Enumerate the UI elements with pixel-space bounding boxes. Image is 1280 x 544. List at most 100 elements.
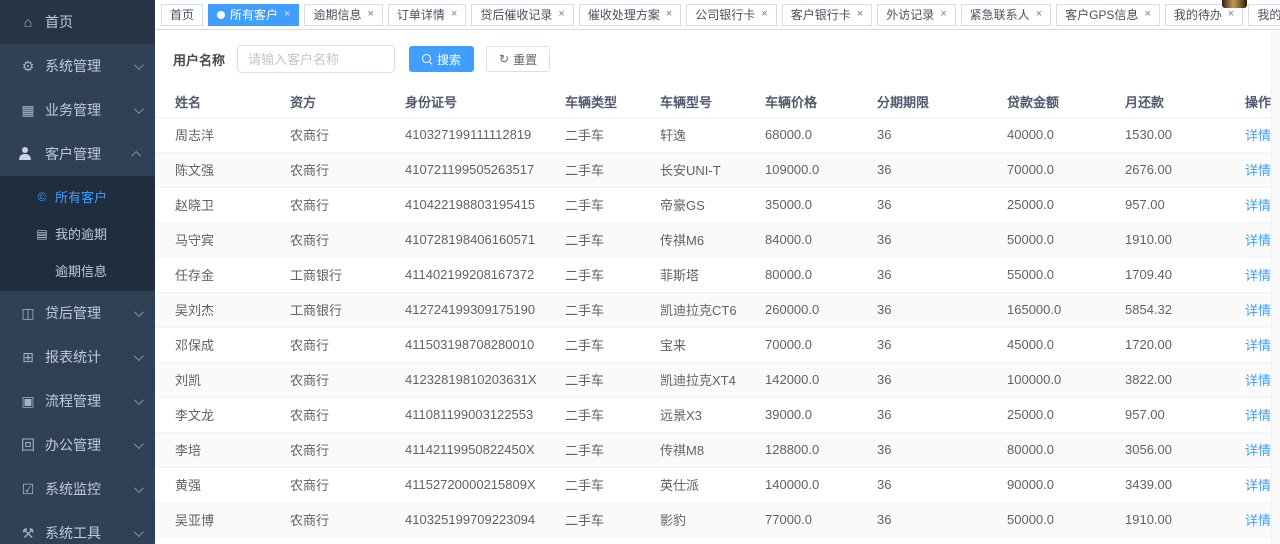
cell-name: 陈文强 <box>155 152 270 187</box>
table-row: 邓保成农商行411503198708280010二手车宝来70000.03645… <box>155 327 1280 362</box>
sidebar-item-5[interactable]: ⊞报表统计 <box>0 335 155 379</box>
sidebar-item-label: 报表统计 <box>45 347 134 367</box>
close-tab-icon[interactable]: × <box>940 9 946 20</box>
cell-vehicle_type: 二手车 <box>545 292 640 327</box>
table-row: 赵晓卫农商行410422198803195415二手车帝豪GS35000.036… <box>155 187 1280 222</box>
detail-link[interactable]: 详情 <box>1245 198 1271 213</box>
tab-8[interactable]: 外访记录× <box>877 4 955 26</box>
cell-bank: 农商行 <box>270 117 385 152</box>
table-scrollbar-gutter[interactable] <box>1271 30 1280 544</box>
detail-link[interactable]: 详情 <box>1245 338 1271 353</box>
cell-monthly_payment: 957.00 <box>1105 397 1225 432</box>
close-tab-icon[interactable]: × <box>558 9 564 20</box>
cell-vehicle_type: 二手车 <box>545 502 640 537</box>
tab-label: 逾期信息 <box>313 6 361 23</box>
detail-link[interactable]: 详情 <box>1245 163 1271 178</box>
chevron-down-icon <box>134 395 144 405</box>
cell-vehicle_type: 二手车 <box>545 362 640 397</box>
tab-1[interactable]: 所有客户× <box>208 4 299 26</box>
monitor-icon: ☑ <box>18 481 38 498</box>
search-form: 用户名称 搜索 ↻ 重置 <box>173 44 1280 74</box>
table-header-row: 姓名资方身份证号车辆类型车辆型号车辆价格分期期限贷款金额月还款操作 <box>155 86 1280 117</box>
cell-loan_amount: 100000.0 <box>987 362 1105 397</box>
tab-7[interactable]: 客户银行卡× <box>782 4 872 26</box>
sidebar-item-6[interactable]: ▣流程管理 <box>0 379 155 423</box>
tab-12[interactable]: 我的流程× <box>1248 4 1280 26</box>
detail-link[interactable]: 详情 <box>1245 373 1271 388</box>
detail-link[interactable]: 详情 <box>1245 128 1271 143</box>
sidebar-item-2[interactable]: ▦业务管理 <box>0 88 155 132</box>
cell-bank: 农商行 <box>270 222 385 257</box>
table-row: 李培农商行41142119950822450X二手车传祺M8128800.036… <box>155 432 1280 467</box>
close-tab-icon[interactable]: × <box>451 9 457 20</box>
cell-loan_amount: 55000.0 <box>987 257 1105 292</box>
sidebar-item-0[interactable]: ⌂首页 <box>0 0 155 44</box>
reset-button[interactable]: ↻ 重置 <box>486 46 550 72</box>
detail-link[interactable]: 详情 <box>1245 233 1271 248</box>
tab-9[interactable]: 紧急联系人× <box>961 4 1051 26</box>
close-tab-icon[interactable]: × <box>284 9 290 20</box>
close-tab-icon[interactable]: × <box>1228 9 1234 20</box>
close-tab-icon[interactable]: × <box>761 9 767 20</box>
tab-label: 公司银行卡 <box>695 6 755 23</box>
sidebar-item-1[interactable]: ⚙系统管理 <box>0 44 155 88</box>
cell-loan_amount: 25000.0 <box>987 187 1105 222</box>
cell-vehicle_price: 70000.0 <box>745 327 857 362</box>
tab-3[interactable]: 订单详情× <box>388 4 466 26</box>
column-header: 贷款金额 <box>987 86 1105 117</box>
tab-label: 我的流程 <box>1257 6 1280 23</box>
close-tab-icon[interactable]: × <box>1144 9 1150 20</box>
tab-4[interactable]: 贷后催收记录× <box>471 4 573 26</box>
cell-vehicle_price: 84000.0 <box>745 222 857 257</box>
cell-name: 李文龙 <box>155 397 270 432</box>
sidebar-subitem-1[interactable]: ▤我的逾期 <box>0 215 155 252</box>
sidebar-item-8[interactable]: ☑系统监控 <box>0 467 155 511</box>
sidebar-item-9[interactable]: ⚒系统工具 <box>0 511 155 544</box>
cell-vehicle_price: 260000.0 <box>745 292 857 327</box>
sidebar-item-label: 贷后管理 <box>45 303 134 323</box>
close-tab-icon[interactable]: × <box>857 9 863 20</box>
cell-loan_amount: 45000.0 <box>987 327 1105 362</box>
table-row: 马守宾农商行410728198406160571二手车传祺M684000.036… <box>155 222 1280 257</box>
detail-link[interactable]: 详情 <box>1245 443 1271 458</box>
sidebar-subitem-2[interactable]: 逾期信息 <box>0 252 155 289</box>
cell-loan_amount: 50000.0 <box>987 222 1105 257</box>
main-area: 首页所有客户×逾期信息×订单详情×贷后催收记录×催收处理方案×公司银行卡×客户银… <box>155 0 1280 544</box>
cell-vehicle_price: 39000.0 <box>745 397 857 432</box>
cell-vehicle_model: 远景X3 <box>640 397 745 432</box>
tab-10[interactable]: 客户GPS信息× <box>1056 4 1160 26</box>
cell-name: 任存金 <box>155 257 270 292</box>
table-row: 吴刘杰工商银行412724199309175190二手车凯迪拉克CT626000… <box>155 292 1280 327</box>
close-tab-icon[interactable]: × <box>1036 9 1042 20</box>
sidebar-item-3[interactable]: 客户管理 <box>0 132 155 176</box>
tab-6[interactable]: 公司银行卡 × <box>686 4 776 26</box>
close-tab-icon[interactable]: × <box>367 9 373 20</box>
tab-5[interactable]: 催收处理方案× <box>579 4 681 26</box>
cell-term: 36 <box>857 397 987 432</box>
cell-id_number: 41152720000215809X <box>385 467 545 502</box>
cell-vehicle_type: 二手车 <box>545 187 640 222</box>
tab-0[interactable]: 首页 <box>161 4 203 26</box>
cell-bank: 农商行 <box>270 432 385 467</box>
sidebar-item-7[interactable]: 回办公管理 <box>0 423 155 467</box>
cell-vehicle_model: 帝豪GS <box>640 187 745 222</box>
cell-term: 36 <box>857 222 987 257</box>
search-input[interactable] <box>237 45 395 73</box>
detail-link[interactable]: 详情 <box>1245 268 1271 283</box>
detail-link[interactable]: 详情 <box>1245 513 1271 528</box>
customer-table: 姓名资方身份证号车辆类型车辆型号车辆价格分期期限贷款金额月还款操作 周志洋农商行… <box>155 86 1280 544</box>
detail-link[interactable]: 详情 <box>1245 478 1271 493</box>
cell-vehicle_type: 二手车 <box>545 537 640 544</box>
detail-link[interactable]: 详情 <box>1245 303 1271 318</box>
detail-link[interactable]: 详情 <box>1245 408 1271 423</box>
column-header: 身份证号 <box>385 86 545 117</box>
table-row: 黄强农商行41152720000215809X二手车英仕派140000.0369… <box>155 467 1280 502</box>
sidebar-item-4[interactable]: ◫贷后管理 <box>0 291 155 335</box>
cell-monthly_payment: 1910.00 <box>1105 502 1225 537</box>
cell-term: 36 <box>857 152 987 187</box>
close-tab-icon[interactable]: × <box>666 9 672 20</box>
sidebar-subitem-0[interactable]: ©所有客户 <box>0 178 155 215</box>
search-button[interactable]: 搜索 <box>409 46 474 72</box>
cell-name: 马守宾 <box>155 222 270 257</box>
tab-2[interactable]: 逾期信息 × <box>304 4 382 26</box>
